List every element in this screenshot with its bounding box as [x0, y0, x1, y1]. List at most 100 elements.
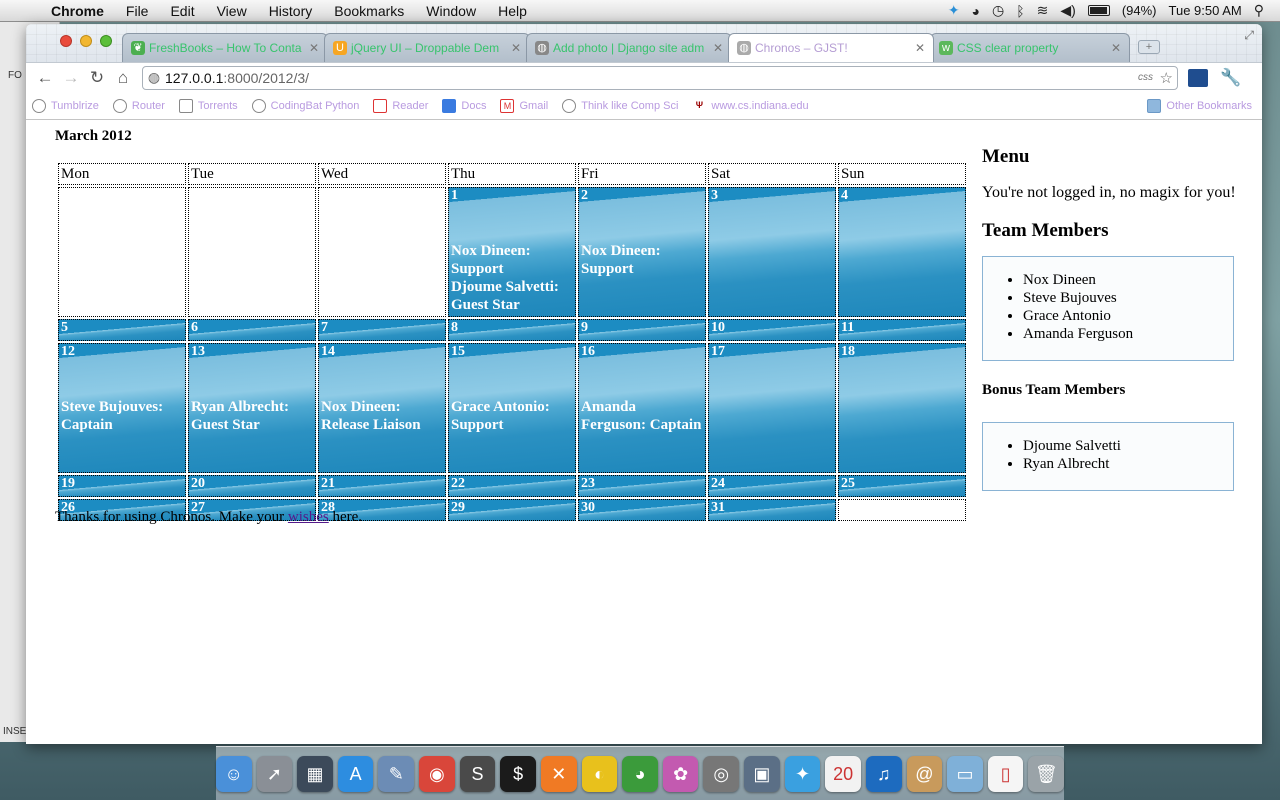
- terminal-icon[interactable]: $: [500, 756, 536, 792]
- reload-button[interactable]: ↻: [84, 68, 110, 88]
- calendar-event[interactable]: Djoume Salvetti: Guest Star: [451, 278, 573, 314]
- fullscreen-icon[interactable]: ⤢: [1244, 28, 1254, 43]
- calendar-day-cell[interactable]: 4: [838, 187, 966, 317]
- menu-bookmarks[interactable]: Bookmarks: [323, 3, 415, 19]
- calendar-day-cell[interactable]: 29: [448, 499, 576, 521]
- bookmark-cs-indiana[interactable]: Ψwww.cs.indiana.edu: [692, 99, 809, 113]
- calendar-day-cell[interactable]: 3: [708, 187, 836, 317]
- extension-icon[interactable]: [1188, 68, 1208, 87]
- bookmark-torrents[interactable]: Torrents: [178, 98, 238, 113]
- calendar-event[interactable]: Grace Antonio: Support: [451, 398, 573, 434]
- time-machine-icon[interactable]: ◷: [992, 2, 1004, 19]
- calendar-day-cell[interactable]: 24: [708, 475, 836, 497]
- calendar-day-cell[interactable]: 20: [188, 475, 316, 497]
- calendar-day-cell[interactable]: 12 Steve Bujouves: Captain: [58, 343, 186, 473]
- css-extension-badge[interactable]: css: [1138, 72, 1153, 83]
- bookmark-tumblrize[interactable]: Tumblrize: [32, 98, 99, 113]
- calendar-day-cell[interactable]: 25: [838, 475, 966, 497]
- home-button[interactable]: ⌂: [110, 68, 136, 88]
- mission-control-icon[interactable]: ▦: [297, 756, 333, 792]
- tab-chronos[interactable]: ◍ Chronos – GJST! ✕: [728, 33, 934, 62]
- calendar-day-cell[interactable]: 11: [838, 319, 966, 341]
- finder-icon[interactable]: ☺: [215, 756, 252, 792]
- close-tab-icon[interactable]: ✕: [309, 34, 319, 62]
- bookmark-codingbat[interactable]: CodingBat Python: [251, 98, 359, 113]
- bookmark-docs[interactable]: Docs: [442, 98, 486, 113]
- calendar-day-cell[interactable]: 1 Nox Dineen: Support Djoume Salvetti: Gue…: [448, 187, 576, 317]
- adium-tray-icon[interactable]: ◕: [972, 3, 980, 19]
- wishes-link[interactable]: wishes: [288, 509, 329, 525]
- sublime-icon[interactable]: S: [459, 756, 496, 792]
- cyberduck-icon[interactable]: ◐: [581, 756, 618, 792]
- calendar-day-cell[interactable]: 9: [578, 319, 706, 341]
- calendar-event[interactable]: Amanda Ferguson: Captain: [581, 398, 703, 434]
- clock[interactable]: Tue 9:50 AM: [1169, 3, 1242, 18]
- calendar-day-cell[interactable]: 14 Nox Dineen: Release Liaison: [318, 343, 446, 473]
- calendar-day-cell[interactable]: 16 Amanda Ferguson: Captain: [578, 343, 706, 473]
- back-button[interactable]: ←: [32, 68, 58, 88]
- calendar-day-cell[interactable]: 15 Grace Antonio: Support: [448, 343, 576, 473]
- address-bar[interactable]: ◍ 127.0.0.1:8000/2012/3/ css ☆: [142, 65, 1178, 90]
- calendar-day-cell[interactable]: 19: [58, 475, 186, 497]
- calendar-day-cell[interactable]: 5: [58, 319, 186, 341]
- tab-freshbooks[interactable]: ❦ FreshBooks – How To Conta ✕: [122, 33, 328, 62]
- document-icon[interactable]: ▯: [987, 756, 1024, 792]
- calendar-event[interactable]: Nox Dineen: Release Liaison: [321, 398, 443, 434]
- close-tab-icon[interactable]: ✕: [1111, 34, 1121, 62]
- calendar-event[interactable]: Steve Bujouves: Captain: [61, 398, 183, 434]
- close-tab-icon[interactable]: ✕: [713, 34, 723, 62]
- calendar-day-cell[interactable]: 7: [318, 319, 446, 341]
- calendar-day-cell[interactable]: 6: [188, 319, 316, 341]
- bookmark-think-like-comp-sci[interactable]: Think like Comp Sci: [562, 98, 678, 113]
- calendar-day-cell[interactable]: 2 Nox Dineen: Support: [578, 187, 706, 317]
- menu-history[interactable]: History: [258, 3, 324, 19]
- menu-edit[interactable]: Edit: [159, 3, 205, 19]
- address-book-icon[interactable]: @: [906, 756, 943, 792]
- volume-icon[interactable]: ◀): [1060, 2, 1075, 19]
- launchpad-icon[interactable]: ➚: [256, 756, 293, 792]
- calendar-event[interactable]: Ryan Albrecht: Guest Star: [191, 398, 313, 434]
- zoom-window-button[interactable]: [100, 35, 112, 47]
- bluetooth-icon[interactable]: ᛒ: [1016, 3, 1024, 19]
- minimize-window-button[interactable]: [80, 35, 92, 47]
- menu-window[interactable]: Window: [415, 3, 487, 19]
- calendar-event[interactable]: Nox Dineen: Support: [581, 242, 703, 278]
- calendar-day-cell[interactable]: 30: [578, 499, 706, 521]
- spotlight-icon[interactable]: ⚲: [1254, 2, 1264, 19]
- close-window-button[interactable]: [60, 35, 72, 47]
- bookmark-star-icon[interactable]: ☆: [1160, 69, 1173, 87]
- bookmark-reader[interactable]: Reader: [373, 98, 428, 113]
- tab-jquery-ui[interactable]: U jQuery UI – Droppable Dem ✕: [324, 33, 530, 62]
- pinwheel-icon[interactable]: ✿: [662, 756, 699, 792]
- xampp-icon[interactable]: ✕: [540, 756, 577, 792]
- preview-icon[interactable]: ✎: [378, 756, 415, 792]
- tab-css-clear[interactable]: w CSS clear property ✕: [930, 33, 1130, 62]
- folder-icon[interactable]: ▭: [947, 756, 983, 792]
- network-utility-icon[interactable]: ◎: [703, 756, 740, 792]
- new-tab-button[interactable]: +: [1138, 40, 1160, 54]
- menu-view[interactable]: View: [206, 3, 258, 19]
- twitter-tray-icon[interactable]: ✦: [948, 2, 960, 19]
- calendar-day-cell[interactable]: 23: [578, 475, 706, 497]
- app-store-icon[interactable]: A: [337, 756, 374, 792]
- menu-file[interactable]: File: [115, 3, 160, 19]
- adium-icon[interactable]: ◕: [622, 756, 658, 792]
- calendar-day-cell[interactable]: 21: [318, 475, 446, 497]
- twitter-icon[interactable]: ✦: [784, 756, 821, 792]
- iphoto-icon[interactable]: ▣: [744, 756, 780, 792]
- close-tab-icon[interactable]: ✕: [915, 34, 925, 62]
- chrome-icon[interactable]: ◉: [419, 756, 455, 792]
- calendar-event[interactable]: Nox Dineen: Support: [451, 242, 573, 278]
- calendar-icon[interactable]: 20: [825, 756, 861, 792]
- bookmark-gmail[interactable]: M Gmail: [500, 98, 548, 113]
- calendar-day-cell[interactable]: 8: [448, 319, 576, 341]
- forward-button[interactable]: →: [58, 68, 84, 88]
- close-tab-icon[interactable]: ✕: [511, 34, 521, 62]
- menu-chrome[interactable]: Chrome: [40, 3, 115, 19]
- calendar-day-cell[interactable]: 18: [838, 343, 966, 473]
- bookmark-router[interactable]: Router: [112, 98, 165, 113]
- calendar-day-cell[interactable]: 10: [708, 319, 836, 341]
- wrench-menu-icon[interactable]: 🔧: [1220, 68, 1241, 88]
- battery-icon[interactable]: [1087, 5, 1110, 16]
- trash-icon[interactable]: 🗑: [1028, 756, 1065, 792]
